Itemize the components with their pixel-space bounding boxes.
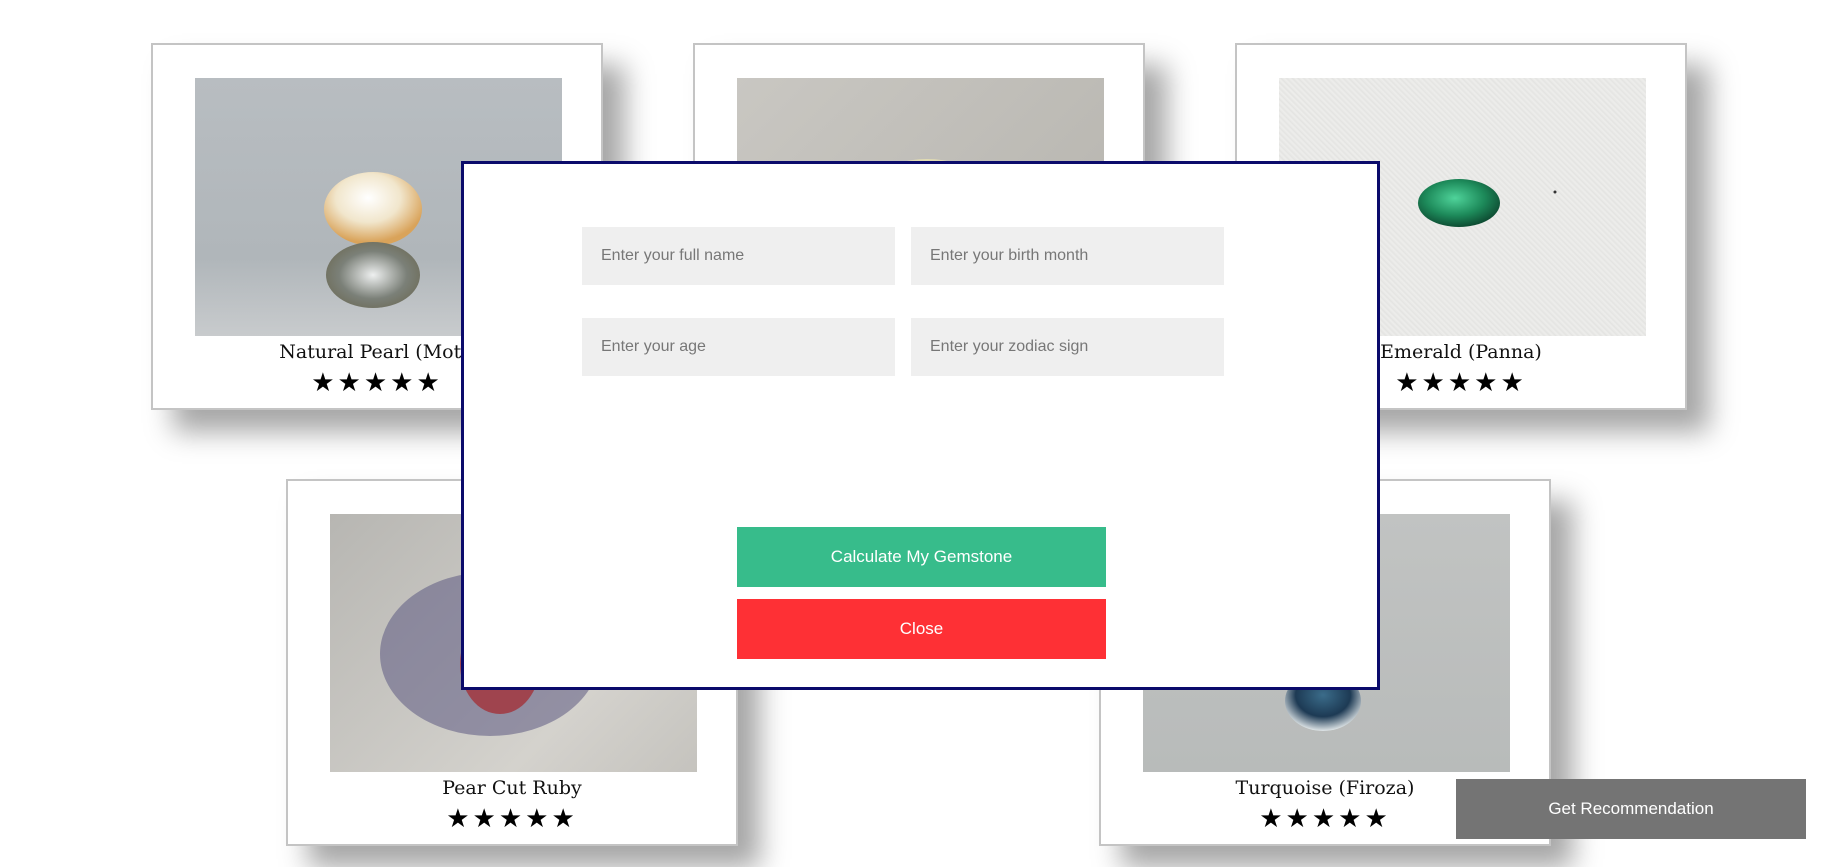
star-rating: ★★★★★ [446,803,578,833]
page: Natural Pearl (Moti) ★★★★★ ★★★★★ [0,0,1830,867]
birth-month-input[interactable] [911,227,1224,285]
gemstone-calculator-modal: Calculate My Gemstone Close [461,161,1380,690]
full-name-input[interactable] [582,227,895,285]
age-input[interactable] [582,318,895,376]
zodiac-sign-input[interactable] [911,318,1224,376]
close-button[interactable]: Close [737,599,1106,659]
product-name: Pear Cut Ruby [442,777,582,799]
calculate-gemstone-button[interactable]: Calculate My Gemstone [737,527,1106,587]
get-recommendation-button[interactable]: Get Recommendation [1456,779,1806,839]
